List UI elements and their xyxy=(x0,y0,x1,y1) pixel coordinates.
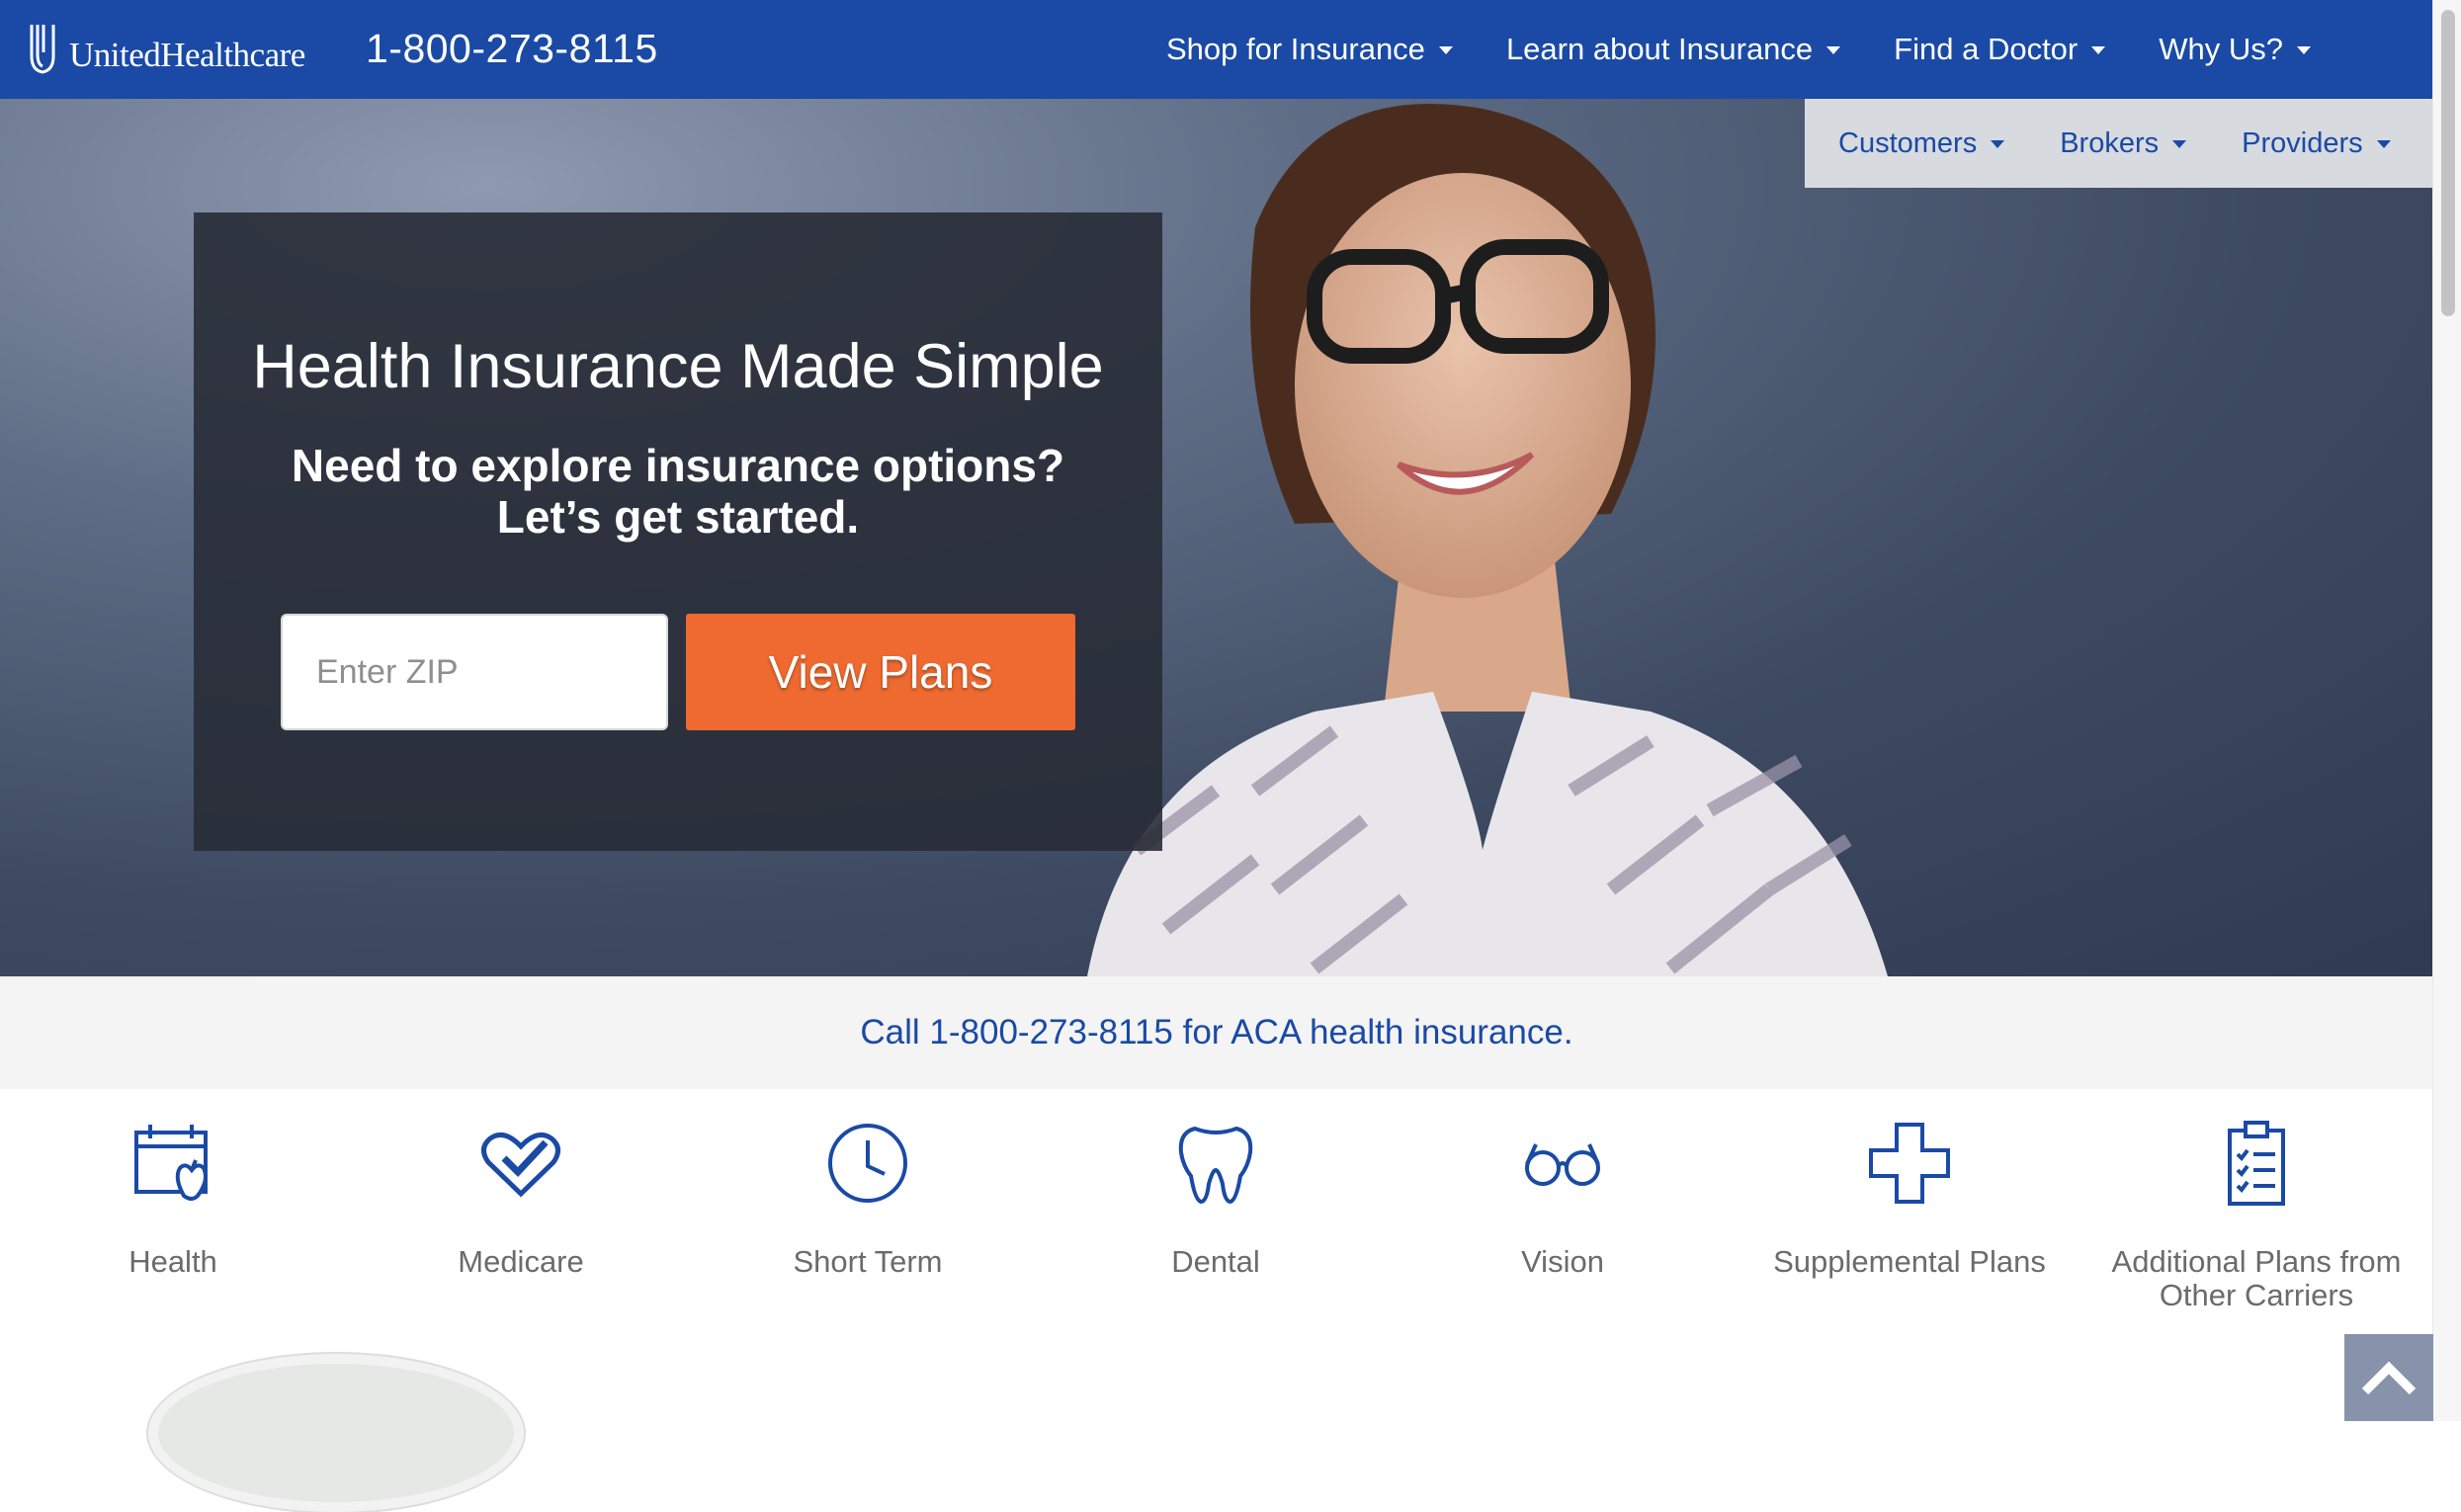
chevron-up-icon xyxy=(2361,1361,2417,1395)
hero-subline: Need to explore insurance options? Let’s… xyxy=(194,440,1162,543)
eyeglasses-icon xyxy=(1525,1143,1600,1186)
aca-call-text[interactable]: Call 1-800-273-8115 for ACA health insur… xyxy=(860,1013,1572,1052)
subnav-label: Brokers xyxy=(2060,126,2160,159)
heart-check-icon xyxy=(481,1132,560,1198)
category-label: Supplemental Plans xyxy=(1773,1244,2046,1279)
category-label: Vision xyxy=(1521,1244,1604,1279)
category-supplemental-plans[interactable]: Supplemental Plans xyxy=(1746,1119,2073,1279)
nav-why-us[interactable]: Why Us? xyxy=(2159,32,2311,67)
caret-down-icon xyxy=(1991,140,2005,148)
nav-label: Learn about Insurance xyxy=(1505,32,1814,66)
category-label: Health xyxy=(128,1244,217,1279)
subnav-label: Customers xyxy=(1838,126,1978,159)
caret-down-icon xyxy=(2172,140,2187,148)
hero-search-panel: Health Insurance Made Simple Need to exp… xyxy=(194,212,1162,851)
caret-down-icon xyxy=(2376,140,2391,148)
uhc-shield-icon xyxy=(30,25,55,74)
main-nav: Shop for Insurance Learn about Insurance… xyxy=(1166,0,2433,99)
calendar-apple-icon xyxy=(134,1125,208,1201)
subnav-label: Providers xyxy=(2242,126,2363,159)
view-plans-button[interactable]: View Plans xyxy=(686,614,1075,730)
audience-subnav: Customers Brokers Providers xyxy=(1805,99,2433,188)
hero-photo-smiling-woman xyxy=(1087,104,1888,976)
caret-down-icon xyxy=(1826,46,1841,54)
category-health[interactable]: Health xyxy=(10,1119,336,1279)
caret-down-icon xyxy=(2091,46,2106,54)
subnav-providers[interactable]: Providers xyxy=(2242,127,2391,160)
caret-down-icon xyxy=(1438,46,1453,54)
nav-label: Find a Doctor xyxy=(1894,32,2079,66)
clock-icon xyxy=(828,1124,907,1203)
zip-code-input[interactable] xyxy=(281,614,668,730)
category-label: Short Term xyxy=(793,1244,943,1279)
medical-cross-icon xyxy=(1869,1123,1950,1204)
hero-subline-line-1: Need to explore insurance options? xyxy=(291,440,1065,491)
subnav-brokers[interactable]: Brokers xyxy=(2060,126,2187,160)
nav-shop-for-insurance[interactable]: Shop for Insurance xyxy=(1166,32,1453,67)
back-to-top-button[interactable] xyxy=(2344,1334,2433,1421)
hero-banner: Customers Brokers Providers Health Insur… xyxy=(0,99,2433,976)
nav-label: Shop for Insurance xyxy=(1165,32,1425,66)
top-navigation-bar: UnitedHealthcare 1-800-273-8115 Shop for… xyxy=(0,0,2433,99)
hero-subline-line-2: Let’s get started. xyxy=(496,491,860,543)
nav-find-a-doctor[interactable]: Find a Doctor xyxy=(1894,32,2106,67)
tooth-icon xyxy=(1178,1126,1253,1205)
brand-logo[interactable]: UnitedHealthcare xyxy=(26,20,305,77)
clipboard-checklist-icon xyxy=(2228,1121,2285,1206)
nav-learn-about-insurance[interactable]: Learn about Insurance xyxy=(1505,32,1841,67)
category-additional-plans[interactable]: Additional Plans from Other Carriers xyxy=(2093,1119,2419,1312)
category-vision[interactable]: Vision xyxy=(1400,1119,1726,1279)
aca-call-strip: Call 1-800-273-8115 for ACA health insur… xyxy=(0,976,2433,1089)
subnav-customers[interactable]: Customers xyxy=(1838,126,2005,160)
category-label: Medicare xyxy=(458,1244,584,1279)
scrollbar-thumb[interactable] xyxy=(2441,10,2455,316)
category-label: Additional Plans from Other Carriers xyxy=(2111,1244,2402,1312)
caret-down-icon xyxy=(2297,46,2311,54)
category-short-term[interactable]: Short Term xyxy=(705,1119,1031,1279)
page-scrollbar[interactable] xyxy=(2432,0,2461,1421)
nav-label: Why Us? xyxy=(2159,32,2283,66)
category-medicare[interactable]: Medicare xyxy=(358,1119,684,1279)
partial-content-image xyxy=(148,1354,524,1512)
hero-headline: Health Insurance Made Simple xyxy=(252,332,1104,401)
category-label: Dental xyxy=(1171,1244,1260,1279)
brand-name: UnitedHealthcare xyxy=(69,36,305,74)
header-phone-number[interactable]: 1-800-273-8115 xyxy=(366,26,658,72)
category-dental[interactable]: Dental xyxy=(1053,1119,1379,1279)
